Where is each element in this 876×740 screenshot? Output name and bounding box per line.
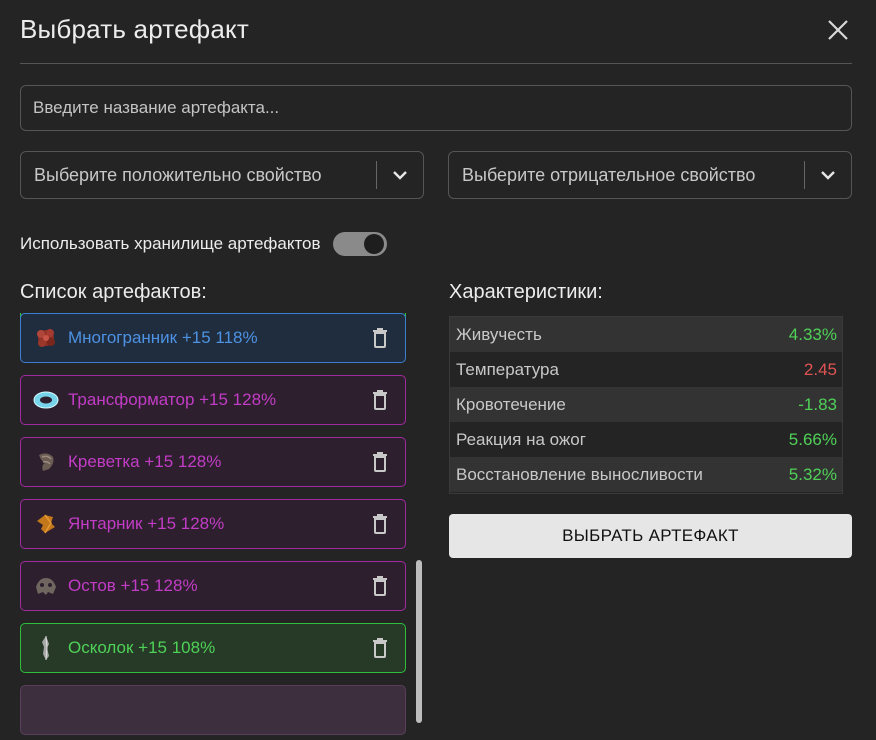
positive-property-placeholder: Выберите положительно свойство [34, 164, 322, 185]
stat-row: Температура 2.45 [450, 352, 842, 387]
artifact-card[interactable]: Остов +15 128% [20, 561, 406, 611]
positive-select-toggle[interactable] [377, 152, 423, 198]
negative-property-select[interactable]: Выберите отрицательное свойство [448, 151, 852, 199]
stat-value: 2.45 [803, 359, 837, 379]
storage-toggle-label: Использовать хранилище артефактов [20, 234, 321, 253]
stat-name: Температура [456, 359, 559, 379]
artifact-name: Осколок +15 108% [68, 638, 216, 657]
shrimp-icon [32, 448, 60, 476]
chevron-down-icon [393, 171, 407, 180]
amber-icon [32, 510, 60, 538]
negative-select-toggle[interactable] [805, 152, 851, 198]
title-divider [20, 63, 852, 64]
artifact-search-input[interactable] [21, 86, 851, 130]
trash-icon [373, 638, 387, 658]
stat-row: Реакция на ожог 5.66% [450, 422, 842, 457]
storage-toggle-row: Использовать хранилище артефактов [20, 231, 387, 257]
stat-row: Восстановление выносливости 5.32% [450, 457, 842, 492]
stat-name: Живучесть [456, 324, 542, 344]
artifact-name: Многогранник +15 118% [68, 328, 258, 347]
toggle-knob [363, 234, 384, 254]
artifact-card[interactable]: Осколок +15 108% [20, 623, 406, 673]
artifact-name: Янтарник +15 128% [68, 514, 225, 533]
trash-icon [373, 328, 387, 348]
stat-value: 4.33% [788, 324, 837, 344]
storage-toggle-switch[interactable] [332, 232, 387, 256]
delete-artifact-button[interactable] [369, 512, 391, 536]
trash-icon [373, 390, 387, 410]
trash-icon [373, 452, 387, 472]
delete-artifact-button[interactable] [369, 450, 391, 474]
artifact-list[interactable]: Многогранник +15 118% Трансформатор +15 … [20, 313, 406, 740]
skeleton-icon [32, 572, 60, 600]
artifact-search-field[interactable] [20, 85, 852, 131]
trash-icon [373, 576, 387, 596]
stats-label: Характеристики: [449, 281, 603, 303]
stat-name: Кровотечение [456, 394, 566, 414]
crystal-cluster-icon [32, 324, 60, 352]
artifact-list-scrollbar[interactable] [416, 560, 422, 723]
choose-artifact-button[interactable]: ВЫБРАТЬ АРТЕФАКТ [449, 514, 852, 558]
stat-value: 5.66% [788, 429, 837, 449]
negative-property-placeholder: Выберите отрицательное свойство [462, 164, 756, 185]
delete-artifact-button[interactable] [369, 574, 391, 598]
close-icon [828, 20, 848, 40]
trash-icon [373, 514, 387, 534]
stat-row: Живучесть 4.33% [450, 317, 842, 352]
delete-artifact-button[interactable] [369, 636, 391, 660]
stat-row: Кровотечение -1.83 [450, 387, 842, 422]
artifact-icon [32, 696, 60, 724]
stat-value: -1.83 [798, 394, 837, 414]
artifact-list-label: Список артефактов: [20, 281, 207, 303]
artifact-name: Трансформатор +15 128% [68, 390, 277, 409]
delete-artifact-button[interactable] [369, 388, 391, 412]
stat-name: Реакция на ожог [456, 429, 586, 449]
dialog-title: Выбрать артефакт [20, 14, 249, 44]
positive-property-select[interactable]: Выберите положительно свойство [20, 151, 424, 199]
artifact-name: Креветка +15 128% [68, 452, 222, 471]
artifact-card[interactable]: Креветка +15 128% [20, 437, 406, 487]
select-artifact-dialog: Выбрать артефакт Выберите положительно с… [0, 0, 876, 740]
stat-name: Восстановление выносливости [456, 464, 703, 484]
chevron-down-icon [821, 171, 835, 180]
stats-table: Живучесть 4.33% Температура 2.45 Кровоте… [449, 316, 843, 494]
shard-icon [32, 634, 60, 662]
artifact-card[interactable]: Трансформатор +15 128% [20, 375, 406, 425]
artifact-card[interactable]: Многогранник +15 118% [20, 313, 406, 363]
artifact-card[interactable] [20, 685, 406, 735]
close-button[interactable] [824, 16, 852, 44]
stat-value: 5.32% [788, 464, 837, 484]
artifact-name: Остов +15 128% [68, 576, 198, 595]
delete-artifact-button[interactable] [369, 326, 391, 350]
glowing-ring-icon [32, 386, 60, 414]
artifact-card[interactable]: Янтарник +15 128% [20, 499, 406, 549]
